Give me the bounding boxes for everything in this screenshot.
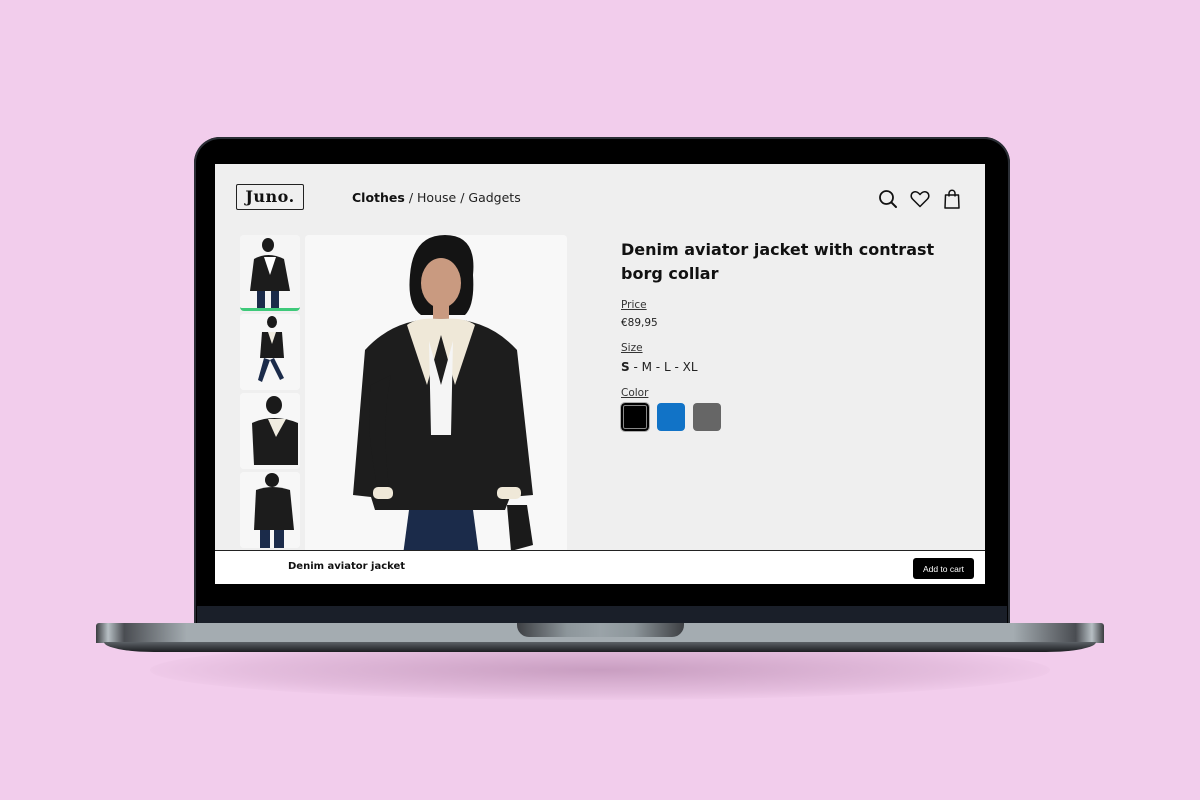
thumbnail-1[interactable] [240, 235, 300, 311]
header-icons [877, 188, 963, 210]
screen: Juno. Clothes / House / Gadgets Denim av… [215, 164, 985, 584]
nav-item-clothes[interactable]: Clothes [352, 190, 405, 205]
nav-separator: / [408, 190, 414, 205]
product-thumbnail-image [240, 314, 300, 390]
color-label: Color [621, 387, 649, 399]
heart-icon[interactable] [909, 188, 931, 210]
thumbnail-list [240, 235, 300, 551]
sticky-bar-title: Denim aviator jacket [288, 561, 406, 572]
size-selector: S - M - L - XL [621, 360, 961, 374]
laptop-base-lip [104, 642, 1096, 652]
price-label: Price [621, 299, 647, 311]
product-main-image[interactable] [305, 235, 567, 555]
size-option-s[interactable]: S [621, 360, 630, 374]
add-to-cart-button[interactable]: Add to cart [913, 558, 974, 579]
thumbnail-3[interactable] [240, 393, 300, 469]
thumbnail-2[interactable] [240, 314, 300, 390]
size-separator: - [670, 360, 683, 374]
product-thumbnail-image [240, 393, 300, 469]
nav-item-house[interactable]: House [417, 190, 456, 205]
color-selector [620, 402, 961, 432]
size-label: Size [621, 342, 643, 354]
product-thumbnail-image [240, 235, 300, 308]
nav-item-gadgets[interactable]: Gadgets [468, 190, 520, 205]
size-option-xl[interactable]: XL [683, 360, 698, 374]
color-swatch-grey[interactable] [693, 403, 721, 431]
size-option-l[interactable]: L [664, 360, 671, 374]
size-option-m[interactable]: M [642, 360, 652, 374]
product-title: Denim aviator jacket with contrast borg … [621, 240, 935, 283]
laptop-notch [517, 623, 684, 637]
logo[interactable]: Juno. [236, 184, 304, 210]
size-separator: - [629, 360, 642, 374]
shopping-bag-icon[interactable] [941, 188, 963, 210]
product-info: Denim aviator jacket with contrast borg … [620, 238, 961, 432]
product-photo [305, 235, 567, 555]
nav-separator: / [460, 190, 465, 205]
thumbnail-4[interactable] [240, 472, 300, 548]
product-price: €89,95 [621, 317, 658, 329]
color-swatch-black[interactable] [620, 402, 650, 432]
search-icon[interactable] [877, 188, 899, 210]
category-breadcrumb: Clothes / House / Gadgets [352, 190, 521, 205]
product-thumbnail-image [240, 472, 300, 548]
sticky-cart-bar: Denim aviator jacket Add to cart [215, 550, 985, 584]
color-swatch-blue[interactable] [657, 403, 685, 431]
size-separator: - [651, 360, 664, 374]
